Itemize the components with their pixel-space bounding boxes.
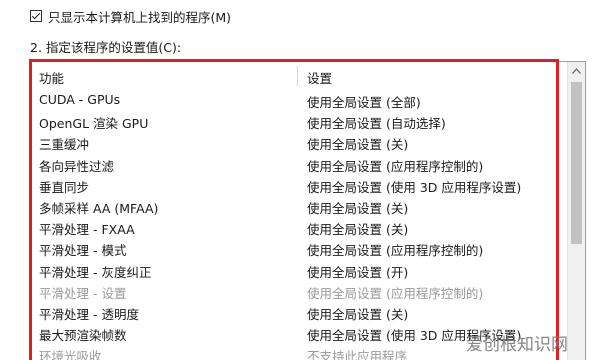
show-local-programs-option[interactable]: 只显示本计算机上找到的程序(M)	[30, 6, 231, 26]
table-row[interactable]: 平滑处理 - 透明度 使用全局设置 (关)	[31, 302, 567, 323]
vertical-scrollbar[interactable]	[567, 62, 585, 360]
table-row[interactable]: 各向异性过滤 使用全局设置 (应用程序控制的)	[31, 154, 567, 175]
column-divider[interactable]	[297, 66, 298, 86]
scroll-up-button[interactable]	[568, 62, 585, 79]
feature-name: 平滑处理 - 设置	[39, 285, 127, 301]
table-row[interactable]: 平滑处理 - FXAA 使用全局设置 (关)	[31, 217, 567, 238]
settings-list[interactable]: 功能 设置 CUDA - GPUs 使用全局设置 (全部) OpenGL 渲染 GP…	[30, 61, 586, 360]
setting-value[interactable]: 使用全局设置 (应用程序控制的)	[307, 156, 483, 175]
show-local-programs-checkbox[interactable]	[30, 10, 42, 22]
feature-name: OpenGL 渲染 GPU	[39, 116, 149, 132]
scroll-thumb[interactable]	[571, 82, 582, 244]
setting-value[interactable]: 使用全局设置 (关)	[307, 219, 408, 238]
setting-value[interactable]: 使用全局设置 (使用 3D 应用程序设置)	[307, 177, 521, 196]
feature-name: 多帧采样 AA (MFAA)	[39, 200, 159, 216]
settings-page: 只显示本计算机上找到的程序(M) 2. 指定该程序的设置值(C): 功能 设置 …	[0, 0, 600, 360]
table-row[interactable]: OpenGL 渲染 GPU 使用全局设置 (自动选择)	[31, 111, 567, 132]
table-row[interactable]: CUDA - GPUs 使用全局设置 (全部)	[31, 90, 567, 111]
setting-value[interactable]: 使用全局设置 (自动选择)	[307, 113, 446, 132]
setting-value[interactable]: 使用全局设置 (全部)	[307, 92, 421, 111]
setting-value: 使用全局设置 (应用程序控制的)	[307, 285, 484, 301]
table-row[interactable]: 多帧采样 AA (MFAA) 使用全局设置 (关)	[31, 196, 567, 217]
feature-name: 平滑处理 - 灰度纠正	[39, 264, 152, 280]
settings-list-header: 功能 设置	[31, 66, 567, 86]
feature-name: 各向异性过滤	[39, 158, 115, 174]
settings-rows: CUDA - GPUs 使用全局设置 (全部) OpenGL 渲染 GPU 使用全局设…	[31, 90, 567, 360]
setting-value[interactable]: 使用全局设置 (关)	[307, 304, 408, 323]
feature-name: 平滑处理 - 模式	[39, 243, 127, 259]
settings-section-label: 2. 指定该程序的设置值(C):	[30, 40, 182, 55]
show-local-programs-label: 只显示本计算机上找到的程序(M)	[48, 9, 232, 25]
setting-value[interactable]: 使用全局设置 (关)	[307, 134, 408, 153]
chevron-up-icon	[572, 67, 581, 74]
feature-name: 垂直同步	[39, 179, 90, 195]
table-row[interactable]: 三重缓冲 使用全局设置 (关)	[31, 132, 567, 153]
setting-value[interactable]: 使用全局设置 (关)	[307, 198, 408, 217]
column-header-setting[interactable]: 设置	[307, 68, 332, 87]
feature-name: 环境光吸收	[39, 349, 102, 360]
setting-value[interactable]: 使用全局设置 (应用程序控制的)	[307, 240, 483, 259]
feature-name: 最大预渲染帧数	[39, 328, 127, 344]
feature-name: CUDA - GPUs	[39, 92, 121, 107]
table-row[interactable]: 平滑处理 - 模式 使用全局设置 (应用程序控制的)	[31, 238, 567, 259]
watermark: 爱创根知识网	[466, 335, 568, 355]
feature-name: 平滑处理 - FXAA	[39, 222, 135, 238]
feature-name: 平滑处理 - 透明度	[39, 306, 139, 322]
feature-name: 三重缓冲	[39, 137, 90, 153]
setting-value[interactable]: 使用全局设置 (开)	[307, 262, 408, 281]
column-header-feature[interactable]: 功能	[39, 68, 64, 87]
setting-value: 不支持此应用程序	[307, 349, 408, 360]
table-row[interactable]: 垂直同步 使用全局设置 (使用 3D 应用程序设置)	[31, 175, 567, 196]
table-row[interactable]: 平滑处理 - 灰度纠正 使用全局设置 (开)	[31, 260, 567, 281]
table-row: 平滑处理 - 设置 使用全局设置 (应用程序控制的)	[31, 281, 567, 302]
